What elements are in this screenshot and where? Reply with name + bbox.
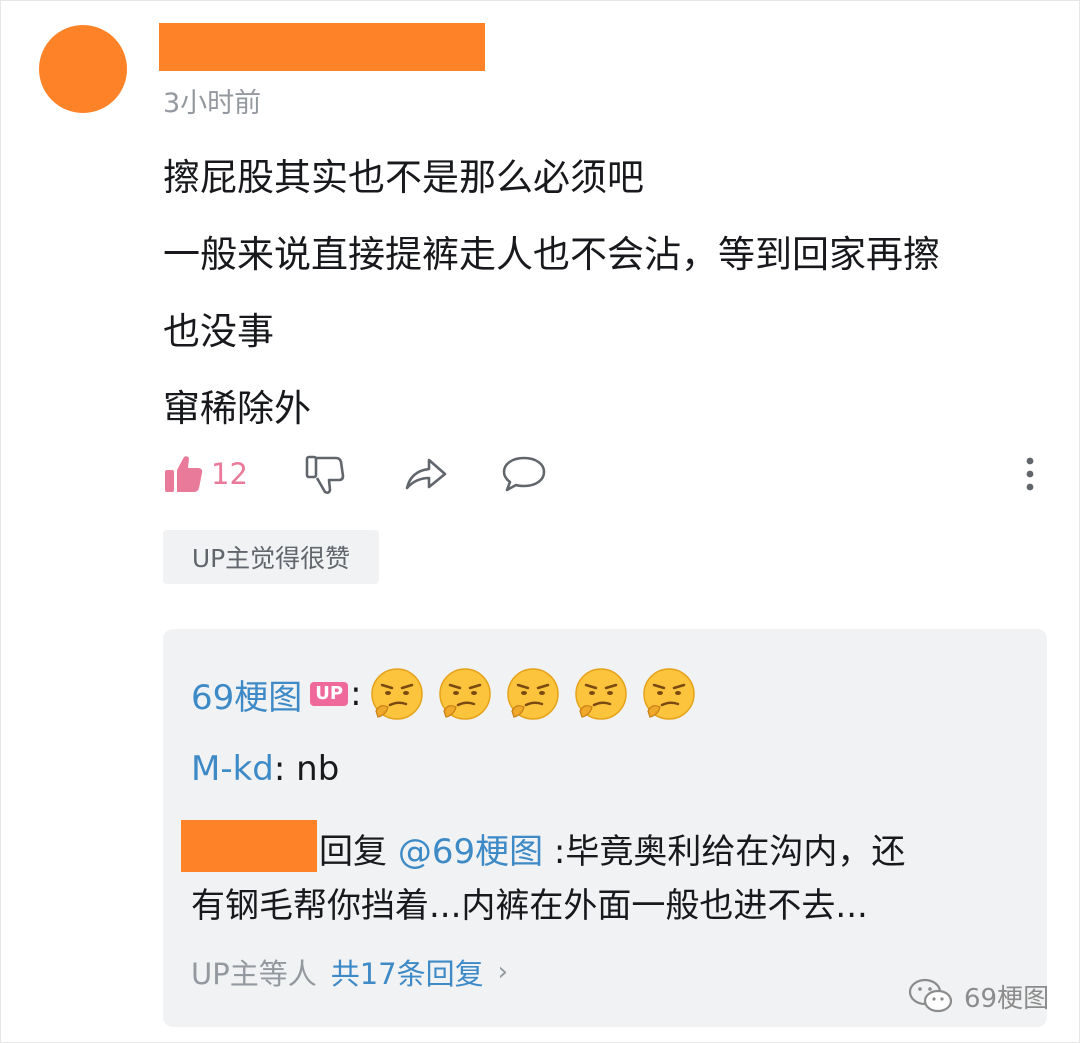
comment-line: 窜稀除外 [163, 387, 311, 430]
chevron-right-icon: › [497, 957, 509, 987]
comment-line: 一般来说直接提裤走人也不会沾，等到回家再擦 [163, 233, 940, 276]
action-bar: 12 [163, 447, 1053, 501]
reply-item: 回复 @69梗图 :毕竟奥利给在沟内，还有钢毛帮你挡着...内裤在外面一般也进不… [191, 825, 1021, 933]
reply-username[interactable]: M-kd [191, 749, 274, 789]
up-liked-badge: UP主觉得很赞 [163, 530, 379, 584]
reply-button[interactable] [501, 447, 547, 501]
reply-label: 回复 [319, 832, 387, 872]
emoji-row [370, 667, 710, 721]
comment-bubble-icon [502, 456, 546, 492]
reply-preview-box[interactable]: 69梗图 UP : M-kd: nb 回复 @69梗图 :毕竟奥利给在沟内，还有… [163, 629, 1047, 1027]
dislike-button[interactable] [303, 447, 347, 501]
like-count: 12 [211, 457, 248, 491]
smirk-emoji [370, 668, 423, 720]
reply-text: nb [296, 749, 340, 789]
replies-prefix: UP主等人 [191, 957, 317, 991]
thumbs-up-icon [165, 456, 203, 492]
thumbs-down-icon [305, 455, 345, 494]
smirk-emoji [642, 668, 695, 720]
smirk-emoji [574, 668, 627, 720]
watermark: 69梗图 [906, 976, 1049, 1016]
comment-content: 擦屁股其实也不是那么必须吧 一般来说直接提裤走人也不会沾，等到回家再擦 也没事 … [163, 139, 1053, 447]
more-options-button[interactable] [1015, 447, 1045, 501]
comment-line: 擦屁股其实也不是那么必须吧 [163, 156, 644, 199]
watermark-text: 69梗图 [964, 983, 1050, 1014]
share-button[interactable] [403, 447, 449, 501]
comment-card: 3小时前 擦屁股其实也不是那么必须吧 一般来说直接提裤走人也不会沾，等到回家再擦… [0, 0, 1080, 1043]
like-button[interactable]: 12 [163, 447, 248, 501]
reply-item: M-kd: nb [191, 749, 339, 789]
share-icon [405, 458, 447, 490]
more-vertical-icon [1026, 457, 1034, 491]
smirk-emoji [438, 668, 491, 720]
reply-colon: : [273, 749, 297, 789]
wechat-icon [908, 978, 953, 1013]
comment-time: 3小时前 [163, 88, 262, 119]
smirk-emoji [506, 668, 559, 720]
up-tag: UP [310, 682, 349, 706]
reply-text: 有钢毛帮你挡着...内裤在外面一般也进不去... [191, 886, 868, 926]
comment-line: 也没事 [163, 310, 274, 353]
reply-colon: : [350, 674, 362, 714]
username-redacted[interactable] [159, 23, 485, 71]
view-all-replies[interactable]: UP主等人 共17条回复 › [191, 951, 508, 993]
replies-total[interactable]: 共17条回复 [331, 951, 484, 993]
reply-item: 69梗图 UP : [191, 667, 710, 721]
reply-text: :毕竟奥利给在沟内，还 [553, 832, 906, 872]
reply-username[interactable]: 69梗图 [191, 670, 302, 719]
avatar[interactable] [39, 25, 127, 113]
mention-link[interactable]: @69梗图 [398, 832, 543, 872]
